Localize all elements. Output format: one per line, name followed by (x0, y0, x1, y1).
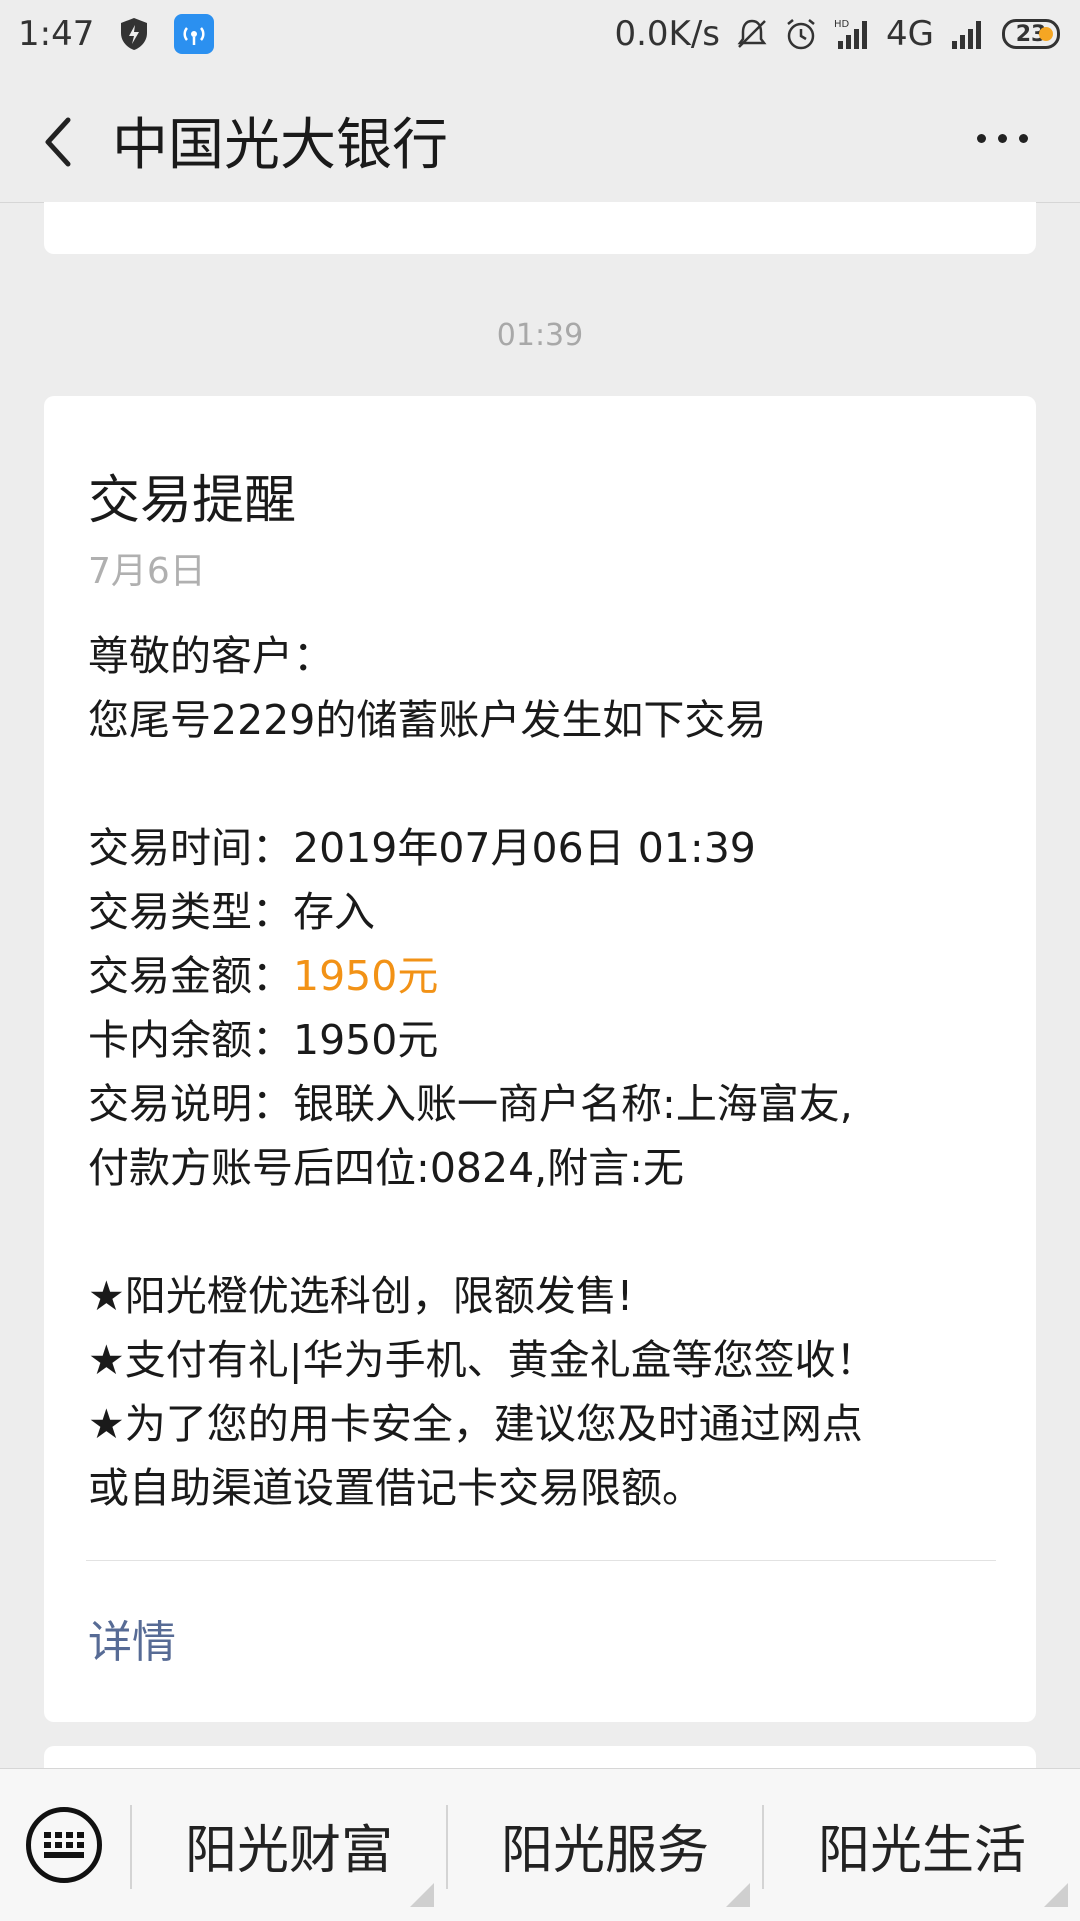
field-transaction-time: 交易时间：2019年07月06日 01:39 (88, 824, 756, 872)
menu-item-life[interactable]: 阳光生活 (764, 1769, 1080, 1921)
field-transaction-type: 交易类型：存入 (88, 888, 375, 936)
divider (86, 1560, 996, 1561)
network-speed: 0.0K/s (614, 14, 721, 54)
field-description: 交易说明：银联入账一商户名称:上海富友, (88, 1080, 853, 1128)
intro-text: 您尾号2229的储蓄账户发生如下交易 (88, 696, 767, 744)
message-date: 7月6日 (88, 551, 206, 592)
transaction-message-card[interactable]: 交易提醒 7月6日 尊敬的客户： 您尾号2229的储蓄账户发生如下交易 交易时间… (44, 396, 1036, 1722)
details-link[interactable]: 详情 (88, 1606, 176, 1670)
chat-header: 中国光大银行 (0, 72, 1080, 203)
promo-line: ★阳光橙优选科创，限额发售! (88, 1272, 634, 1320)
amount-value: 1950元 (293, 952, 439, 1000)
status-bar: 1:47 0.0K/s HD 4G 23 (0, 0, 1080, 72)
bottom-menu-bar: 阳光财富 阳光服务 阳光生活 (0, 1768, 1080, 1921)
alarm-icon (787, 19, 815, 50)
more-dots-icon[interactable] (977, 134, 1028, 143)
previous-message-card[interactable] (44, 202, 1036, 254)
menu-item-wealth[interactable]: 阳光财富 (132, 1769, 446, 1921)
keyboard-icon[interactable] (26, 1807, 102, 1883)
menu-item-service[interactable]: 阳光服务 (448, 1769, 762, 1921)
promo-line: ★支付有礼|华为手机、黄金礼盒等您签收！ (88, 1336, 877, 1384)
page-title: 中国光大银行 (112, 113, 448, 178)
signal-icon (952, 21, 981, 49)
field-transaction-amount: 交易金额：1950元 (88, 952, 439, 1000)
promo-line: ★为了您的用卡安全，建议您及时通过网点 (88, 1400, 863, 1448)
battery-icon: 23 (1002, 19, 1060, 49)
network-type: 4G (886, 14, 934, 54)
message-content: 尊敬的客户： 您尾号2229的储蓄账户发生如下交易 交易时间：2019年07月0… (88, 624, 1008, 1520)
chevron-left-icon[interactable] (38, 114, 78, 170)
greeting: 尊敬的客户： (88, 632, 334, 680)
promo-line: 或自助渠道设置借记卡交易限额。 (88, 1464, 703, 1512)
status-time: 1:47 (18, 14, 95, 54)
shield-icon (121, 18, 148, 50)
field-balance: 卡内余额：1950元 (88, 1016, 439, 1064)
hd-label: HD (834, 19, 850, 30)
wifi-signal-app-icon (174, 14, 215, 54)
message-title: 交易提醒 (88, 471, 297, 531)
field-description-cont: 付款方账号后四位:0824,附言:无 (88, 1144, 685, 1192)
chat-timestamp: 01:39 (496, 318, 584, 353)
mute-bell-icon (737, 19, 767, 48)
hd-signal-icon: HD (834, 19, 868, 49)
